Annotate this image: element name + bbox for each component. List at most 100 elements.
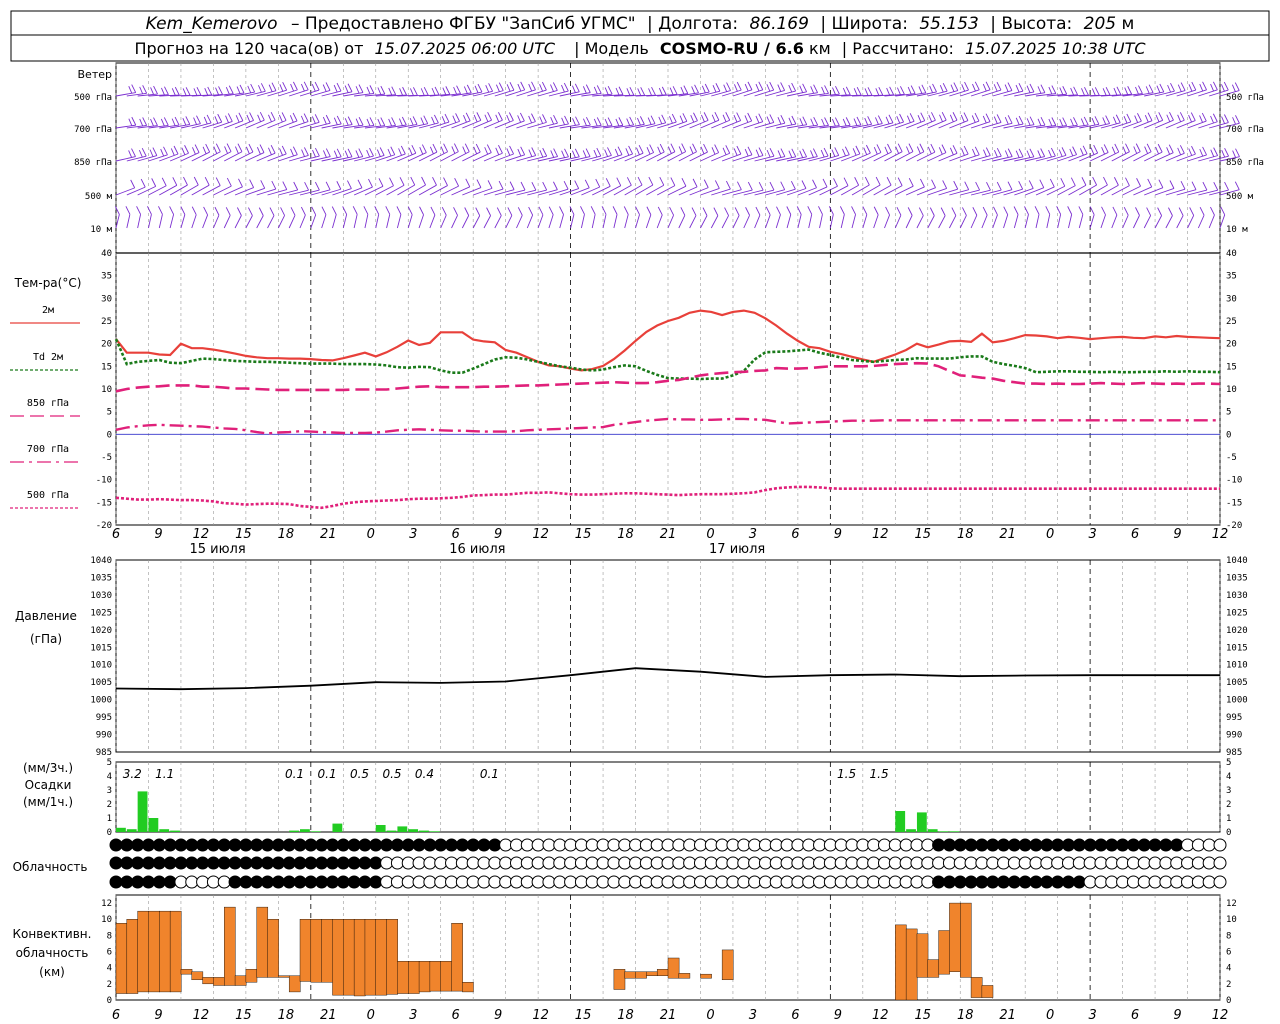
wind-barb-feather (347, 83, 353, 92)
cloud-cover-circle-empty (423, 875, 437, 889)
wind-barb-shaft (169, 214, 175, 229)
pres-ytick-left: 1000 (90, 696, 112, 706)
wind-barb-feather (303, 147, 309, 156)
cloud-cover-circle-full (239, 838, 253, 852)
wind-barb-feather (1062, 117, 1068, 126)
wind-barb-shaft (916, 119, 936, 129)
cloud-cover-circle-empty (466, 856, 480, 870)
cloud-cover-circle-empty (531, 875, 545, 889)
wind-barb-feather (758, 113, 764, 122)
pres-ytick-right: 1030 (1226, 591, 1248, 601)
wind-barb-feather (236, 86, 241, 94)
wind-barb-shaft (137, 214, 142, 229)
wind-barb-feather (139, 86, 144, 95)
wind-barb-feather (388, 87, 393, 96)
wind-barb-feather (256, 147, 261, 155)
wind-barb-shaft (548, 188, 569, 196)
cloud-cover-circle-empty (574, 838, 588, 852)
wind-barb-feather (441, 116, 446, 124)
cloud-cover-circle-empty (856, 875, 870, 889)
wind-barb-shaft (1176, 215, 1184, 229)
wind-barb-feather (517, 148, 522, 157)
conv-cloud-bar (418, 961, 431, 993)
wind-barb-shaft (970, 215, 978, 229)
wind-barb-shaft (342, 214, 348, 229)
cloud-cover-circle-empty (1126, 856, 1140, 870)
wind-barb-feather (994, 149, 998, 158)
wind-barb-feather (509, 145, 514, 155)
wind-barb-shaft (451, 120, 471, 129)
wind-barb-feather (363, 206, 369, 215)
precip-bar (916, 812, 927, 832)
wind-barb-feather (1224, 181, 1229, 191)
wind-barb-feather (475, 207, 481, 216)
wind-barb-feather (466, 84, 472, 94)
wind-barb-feather (1111, 146, 1116, 154)
wind-barb-feather (963, 145, 969, 155)
wind-barb-feather (237, 143, 243, 152)
cloud-cover-circle-full (185, 856, 199, 870)
wind-barb-feather (614, 148, 619, 157)
cloud-cover-circle-full (1007, 838, 1021, 852)
wind-barb-shaft (819, 214, 823, 229)
wind-barb-feather (807, 206, 813, 215)
cloud-cover-circle-full (271, 838, 285, 852)
cloud-cover-circle-empty (910, 838, 924, 852)
wind-barb-shaft (949, 120, 969, 129)
temp-ytick-left: -15 (96, 498, 112, 508)
cloud-cover-circle-full (1061, 875, 1075, 889)
wind-barb-feather (747, 81, 753, 91)
wind-barb-feather (1049, 178, 1055, 188)
wind-barb-feather (604, 118, 609, 127)
wind-barb-feather (465, 112, 471, 121)
wind-barb-feather (225, 86, 230, 95)
temp-x-tick: 6 (1131, 527, 1139, 542)
wind-barb-feather (885, 116, 890, 125)
wind-barb-shaft (1078, 214, 1084, 229)
wind-barb-feather (153, 85, 158, 95)
cloud-cover-circle-empty (877, 838, 891, 852)
wind-barb-shaft (353, 186, 373, 196)
wind-barb-feather (323, 150, 327, 158)
wind-barb-feather (1189, 207, 1195, 216)
wind-barb-shaft (1003, 188, 1023, 196)
cloud-cover-circle-empty (791, 856, 805, 870)
wind-barb-feather (1157, 143, 1163, 153)
wind-barb-feather (640, 87, 646, 96)
wind-barb-feather (996, 147, 1002, 157)
wind-barb-feather (271, 82, 277, 91)
wind-barb-feather (703, 143, 708, 153)
wind-barb-feather (896, 87, 901, 95)
cloud-cover-circle-full (423, 838, 437, 852)
cloud-cover-circle-empty (618, 875, 632, 889)
wind-barb-feather (1101, 146, 1105, 155)
wind-barb-feather (1103, 144, 1109, 153)
wind-barb-feather (777, 84, 782, 92)
wind-barb-feather (520, 181, 526, 191)
wind-barb-feather (1015, 84, 1020, 93)
wind-barb-feather (376, 149, 381, 157)
wind-barb-feather (714, 180, 720, 189)
cloud-cover-circle-full (1072, 838, 1086, 852)
wind-barb-feather (421, 176, 426, 186)
wind-barb-shaft (916, 151, 936, 162)
wind-barb-feather (172, 177, 178, 186)
wind-barb-feather (321, 206, 327, 215)
wind-barb-feather (736, 145, 742, 155)
cloud-cover-circle-empty (910, 856, 924, 870)
conv-x-tick: 18 (957, 1008, 974, 1023)
wind-barb-feather (1169, 180, 1175, 189)
pres-ytick-right: 1025 (1226, 608, 1248, 618)
wind-barb-shaft (1187, 89, 1207, 97)
wind-barb-feather (528, 115, 533, 124)
day-label: 15 июля (189, 542, 245, 557)
wind-barb-shaft (288, 215, 296, 229)
wind-barb-feather (755, 149, 760, 157)
wind-barb-feather (791, 82, 797, 92)
cloud-cover-circle-full (109, 856, 123, 870)
wind-barb-shaft (386, 184, 405, 196)
wind-barb-feather (183, 176, 188, 186)
wind-barb-shaft (656, 214, 663, 229)
wind-barb-feather (747, 146, 753, 156)
wind-barb-feather (488, 83, 494, 92)
